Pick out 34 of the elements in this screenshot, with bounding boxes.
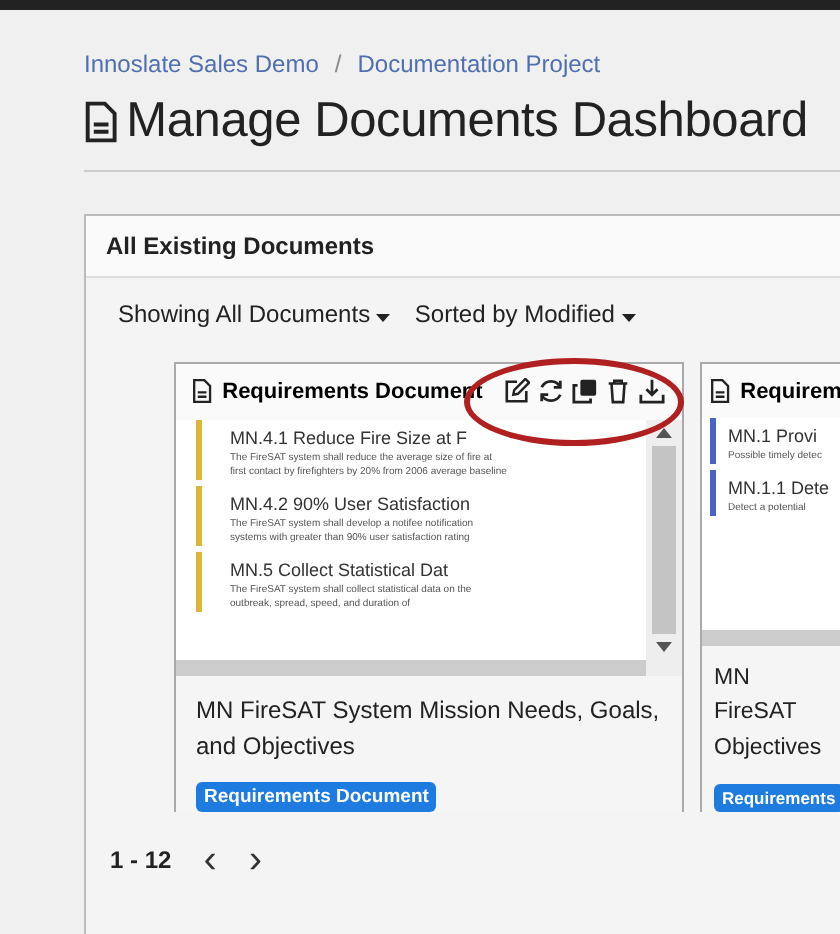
preview-heading: MN.5 Collect Statistical Dat (230, 557, 451, 580)
filter-dropdown[interactable]: Showing All Documents (118, 300, 391, 328)
document-type-tag: Requirements Document (196, 782, 437, 812)
card-header-title: Requirem (740, 379, 840, 403)
preview-heading: MN.1 Provi (728, 424, 820, 446)
filter-dropdown[interactable]: Sorted by Modified (414, 300, 636, 328)
document-icon (84, 100, 119, 144)
preview-heading: MN.4.1 Reduce Fire Size at F (230, 425, 470, 448)
trash-icon[interactable] (606, 378, 630, 405)
document-icon (710, 378, 731, 404)
page-range: 1 - 12 (110, 846, 172, 874)
breadcrumb-link[interactable]: Documentation Project (357, 50, 601, 78)
previous-page-button[interactable]: ‹ (203, 840, 217, 880)
next-page-button[interactable]: › (248, 840, 263, 880)
document-title[interactable]: MN FireSAT Objectives (702, 645, 840, 768)
edit-icon[interactable] (504, 378, 530, 405)
caret-icon (376, 314, 391, 322)
panel-title: All Existing Documents (106, 232, 375, 260)
document-card[interactable] (174, 362, 684, 812)
preview-heading: MN.4.2 90% User Satisfaction (230, 491, 473, 514)
scrollbar-thumb[interactable] (652, 445, 676, 634)
refresh-icon[interactable] (538, 378, 564, 405)
scroll-up-icon[interactable] (656, 427, 672, 438)
copy-icon[interactable] (572, 378, 598, 405)
document-type-tag: Requirements (714, 784, 840, 812)
preview-heading: MN.1.1 Dete (728, 476, 830, 498)
download-icon[interactable] (638, 378, 666, 405)
scroll-down-icon[interactable] (656, 641, 672, 652)
caret-icon (621, 314, 636, 322)
breadcrumb-link[interactable]: Innoslate Sales Demo (84, 50, 319, 78)
document-title[interactable]: MN FireSAT System Mission Needs, Goals, and Objectives (176, 675, 682, 766)
page-title: Manage Documents Dashboard (126, 94, 808, 150)
document-icon (192, 378, 213, 405)
breadcrumb-separator: / (334, 50, 342, 78)
